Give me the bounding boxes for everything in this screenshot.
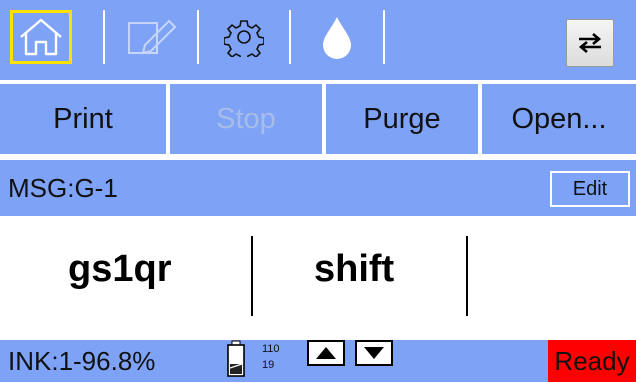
triangle-up-icon (316, 347, 336, 359)
purge-button[interactable]: Purge (326, 84, 478, 154)
pencil-icon (128, 19, 177, 55)
counter-top: 110 (262, 343, 280, 355)
scroll-down-button[interactable] (355, 340, 393, 366)
counter-bottom: 19 (262, 359, 275, 371)
ink-button[interactable] (291, 10, 383, 64)
stop-label: Stop (216, 102, 276, 135)
settings-button[interactable] (199, 10, 289, 64)
triangle-down-icon (364, 347, 384, 359)
edit-mode-button[interactable] (105, 10, 197, 64)
open-button[interactable]: Open... (482, 84, 636, 154)
message-name: MSG:G-1 (8, 173, 118, 203)
purge-label: Purge (363, 102, 441, 135)
swap-arrows-icon (578, 33, 602, 53)
battery-icon (226, 340, 246, 378)
edit-message-button[interactable]: Edit (550, 171, 630, 207)
gear-icon (224, 20, 264, 57)
scroll-up-button[interactable] (307, 340, 345, 366)
ink-drop-icon (323, 17, 351, 59)
open-label: Open... (511, 102, 607, 135)
preview-field: gs1qr (68, 248, 172, 290)
field-divider (251, 236, 253, 316)
field-divider (466, 236, 468, 316)
print-label: Print (53, 102, 113, 135)
stop-button[interactable]: Stop (170, 84, 322, 154)
home-button[interactable] (10, 10, 72, 64)
home-icon (20, 18, 62, 56)
preview-field: shift (314, 248, 395, 290)
toolbar-divider (383, 10, 385, 64)
ready-status: Ready (548, 340, 636, 382)
swap-button[interactable] (566, 19, 614, 67)
ink-level: INK:1-96.8% (8, 346, 156, 376)
edit-label: Edit (572, 177, 608, 200)
print-button[interactable]: Print (0, 84, 166, 154)
